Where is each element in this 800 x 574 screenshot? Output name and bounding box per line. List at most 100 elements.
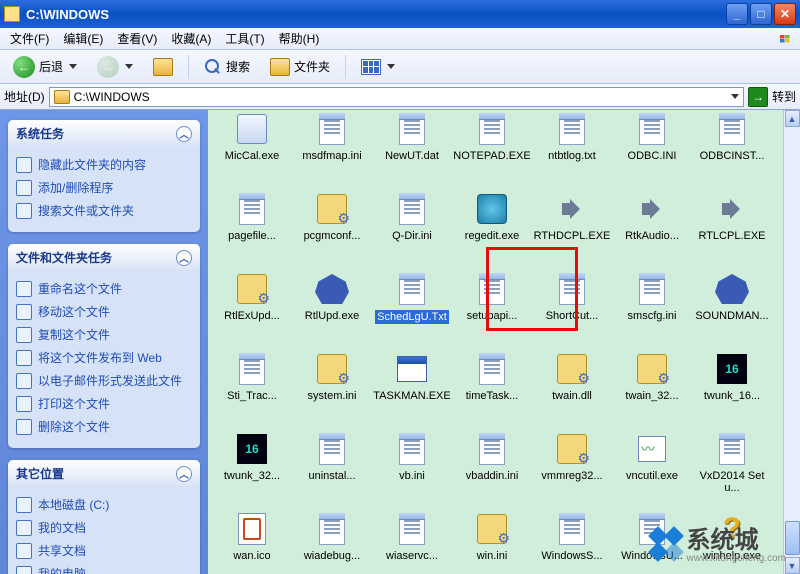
file-item[interactable]: Sti_Trac... xyxy=(212,350,292,430)
ini-icon xyxy=(315,432,349,466)
task-link[interactable]: 以电子邮件形式发送此文件 xyxy=(16,369,192,392)
file-item[interactable]: 16twunk_32... xyxy=(212,430,292,510)
file-item[interactable]: wan.ico xyxy=(212,510,292,574)
file-item[interactable]: pcgmconf... xyxy=(292,190,372,270)
file-item[interactable]: twain_32... xyxy=(612,350,692,430)
task-link[interactable]: 复制这个文件 xyxy=(16,323,192,346)
up-button[interactable] xyxy=(146,54,180,80)
ini-icon xyxy=(475,432,509,466)
folder-icon xyxy=(54,90,70,104)
go-label[interactable]: 转到 xyxy=(772,88,796,105)
file-item[interactable]: TASKMAN.EXE xyxy=(372,350,452,430)
task-link[interactable]: 隐藏此文件夹的内容 xyxy=(16,153,192,176)
file-item[interactable]: Q-Dir.ini xyxy=(372,190,452,270)
file-item[interactable]: win.ini xyxy=(452,510,532,574)
file-item[interactable]: RtkAudio... xyxy=(612,190,692,270)
maximize-button[interactable]: □ xyxy=(750,3,772,25)
file-item[interactable]: ?winhelp.exe xyxy=(692,510,772,574)
task-link[interactable]: 我的文档 xyxy=(16,516,192,539)
minimize-button[interactable]: _ xyxy=(726,3,748,25)
task-link[interactable]: 将这个文件发布到 Web xyxy=(16,346,192,369)
task-link[interactable]: 删除这个文件 xyxy=(16,415,192,438)
file-item[interactable]: WindowsU... xyxy=(612,510,692,574)
menu-help[interactable]: 帮助(H) xyxy=(273,28,326,49)
address-input[interactable]: C:\WINDOWS xyxy=(49,87,744,107)
task-label: 打印这个文件 xyxy=(38,395,110,412)
folders-icon xyxy=(270,58,290,76)
txt-icon xyxy=(395,512,429,546)
dropdown-icon[interactable] xyxy=(731,94,739,99)
file-item[interactable]: timeTask... xyxy=(452,350,532,430)
menu-favorites[interactable]: 收藏(A) xyxy=(165,28,217,49)
task-link[interactable]: 搜索文件或文件夹 xyxy=(16,199,192,222)
file-item[interactable]: MicCal.exe xyxy=(212,110,292,190)
file-item[interactable]: ODBC.INI xyxy=(612,110,692,190)
file-item[interactable]: VxD2014 Setu... xyxy=(692,430,772,510)
file-item[interactable]: setupapi... xyxy=(452,270,532,350)
file-item[interactable]: NOTEPAD.EXE xyxy=(452,110,532,190)
file-item[interactable]: RtlUpd.exe xyxy=(292,270,372,350)
file-label: TASKMAN.EXE xyxy=(373,390,450,402)
file-item[interactable]: SOUNDMAN... xyxy=(692,270,772,350)
go-button[interactable]: → xyxy=(748,87,768,107)
menu-edit[interactable]: 编辑(E) xyxy=(57,28,109,49)
folders-button[interactable]: 文件夹 xyxy=(263,54,337,80)
file-label: NewUT.dat xyxy=(385,150,439,162)
file-item[interactable]: wiadebug... xyxy=(292,510,372,574)
task-icon xyxy=(16,566,32,574)
file-pane[interactable]: MicCal.exemsdfmap.ini NewUT.dat NOTEPAD.EX… xyxy=(208,110,800,574)
file-item[interactable]: RTHDCPL.EXE xyxy=(532,190,612,270)
file-item[interactable]: vb.ini xyxy=(372,430,452,510)
menu-view[interactable]: 查看(V) xyxy=(111,28,163,49)
file-item[interactable]: msdfmap.ini xyxy=(292,110,372,190)
panel-header[interactable]: 其它位置 ︿ xyxy=(8,460,200,487)
task-link[interactable]: 重命名这个文件 xyxy=(16,277,192,300)
file-item[interactable]: vmmreg32... xyxy=(532,430,612,510)
file-item[interactable]: 16twunk_16... xyxy=(692,350,772,430)
task-link[interactable]: 我的电脑 xyxy=(16,562,192,574)
file-item[interactable]: regedit.exe xyxy=(452,190,532,270)
scrollbar[interactable]: ▲ ▼ xyxy=(783,110,800,574)
file-item[interactable]: vncutil.exe xyxy=(612,430,692,510)
folder-icon xyxy=(4,6,20,22)
search-button[interactable]: 搜索 xyxy=(197,54,257,80)
address-label: 地址(D) xyxy=(4,88,45,105)
task-link[interactable]: 添加/删除程序 xyxy=(16,176,192,199)
scroll-thumb[interactable] xyxy=(785,521,800,555)
panel-header[interactable]: 系统任务 ︿ xyxy=(8,120,200,147)
scroll-down-button[interactable]: ▼ xyxy=(785,557,800,574)
file-item[interactable]: uninstal... xyxy=(292,430,372,510)
task-link[interactable]: 共享文档 xyxy=(16,539,192,562)
file-item[interactable]: smscfg.ini xyxy=(612,270,692,350)
back-button[interactable]: ← 后退 xyxy=(6,52,84,82)
file-item[interactable]: pagefile... xyxy=(212,190,292,270)
task-link[interactable]: 本地磁盘 (C:) xyxy=(16,493,192,516)
file-item[interactable]: twain.dll xyxy=(532,350,612,430)
task-link[interactable]: 移动这个文件 xyxy=(16,300,192,323)
file-item[interactable]: vbaddin.ini xyxy=(452,430,532,510)
file-item[interactable]: RtlExUpd... xyxy=(212,270,292,350)
file-label: wiadebug... xyxy=(304,550,360,562)
ini-icon xyxy=(715,432,749,466)
file-item[interactable]: ODBCINST... xyxy=(692,110,772,190)
gear-icon xyxy=(315,192,349,226)
scroll-up-button[interactable]: ▲ xyxy=(785,110,800,127)
close-button[interactable]: ✕ xyxy=(774,3,796,25)
panel-title: 文件和文件夹任务 xyxy=(16,249,112,266)
file-item[interactable]: ShortCut... xyxy=(532,270,612,350)
file-item[interactable]: ntbtlog.txt xyxy=(532,110,612,190)
file-item[interactable]: WindowsS... xyxy=(532,510,612,574)
ini-icon xyxy=(635,112,669,146)
views-button[interactable] xyxy=(354,55,402,79)
forward-button[interactable]: → xyxy=(90,52,140,82)
file-item[interactable]: system.ini xyxy=(292,350,372,430)
task-link[interactable]: 打印这个文件 xyxy=(16,392,192,415)
file-item[interactable]: SchedLgU.Txt xyxy=(372,270,452,350)
task-label: 共享文档 xyxy=(38,542,86,559)
file-item[interactable]: wiaservc... xyxy=(372,510,452,574)
file-item[interactable]: RTLCPL.EXE xyxy=(692,190,772,270)
panel-header[interactable]: 文件和文件夹任务 ︿ xyxy=(8,244,200,271)
menu-tools[interactable]: 工具(T) xyxy=(219,28,270,49)
file-item[interactable]: NewUT.dat xyxy=(372,110,452,190)
menu-file[interactable]: 文件(F) xyxy=(4,28,55,49)
